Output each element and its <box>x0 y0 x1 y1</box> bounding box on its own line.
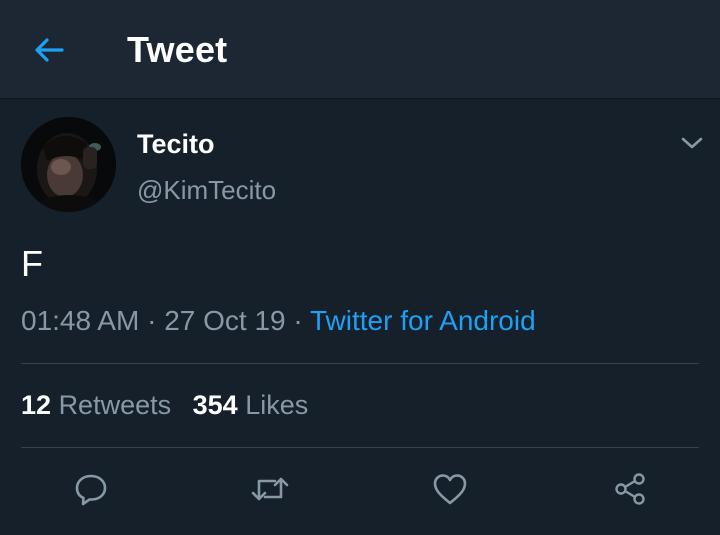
tweet-date: 27 Oct 19 <box>164 305 286 336</box>
reply-bubble-icon <box>75 474 107 506</box>
tweet-time: 01:48 AM <box>21 305 140 336</box>
chevron-down-icon <box>681 137 703 149</box>
retweets-count: 12 <box>21 390 52 420</box>
divider <box>21 363 699 364</box>
tweet-options-button[interactable] <box>672 128 712 158</box>
retweet-icon <box>251 477 289 501</box>
page-title: Tweet <box>127 29 228 70</box>
likes-label: Likes <box>245 390 309 420</box>
heart-icon <box>433 474 467 505</box>
engagement-stats: 12 Retweets 354 Likes <box>21 390 322 421</box>
arrow-left-icon <box>35 38 64 62</box>
retweet-button[interactable] <box>247 466 293 512</box>
share-button[interactable] <box>607 466 653 512</box>
tweet-detail-screen: Tweet Tecito @KimTecito F 01:48 AM · 27 … <box>0 0 720 535</box>
tweet-meta: 01:48 AM · 27 Oct 19 · Twitter for Andro… <box>21 305 536 337</box>
top-app-bar: Tweet <box>0 0 720 99</box>
author-display-name[interactable]: Tecito <box>137 129 215 160</box>
tweet-text: F <box>21 243 43 284</box>
retweets-label: Retweets <box>58 390 172 420</box>
likes-count: 354 <box>192 390 238 420</box>
meta-separator: · <box>293 305 303 336</box>
like-button[interactable] <box>427 466 473 512</box>
share-icon <box>615 473 645 505</box>
avatar-photo <box>21 117 116 212</box>
retweets-stat[interactable]: 12 Retweets <box>21 390 179 420</box>
reply-button[interactable] <box>68 466 114 512</box>
avatar[interactable] <box>21 117 116 212</box>
meta-separator: · <box>147 305 157 336</box>
likes-stat[interactable]: 354 Likes <box>193 390 309 420</box>
author-handle[interactable]: @KimTecito <box>137 175 276 206</box>
back-button[interactable] <box>24 27 74 73</box>
divider <box>21 447 699 448</box>
tweet-source-link[interactable]: Twitter for Android <box>310 305 536 336</box>
